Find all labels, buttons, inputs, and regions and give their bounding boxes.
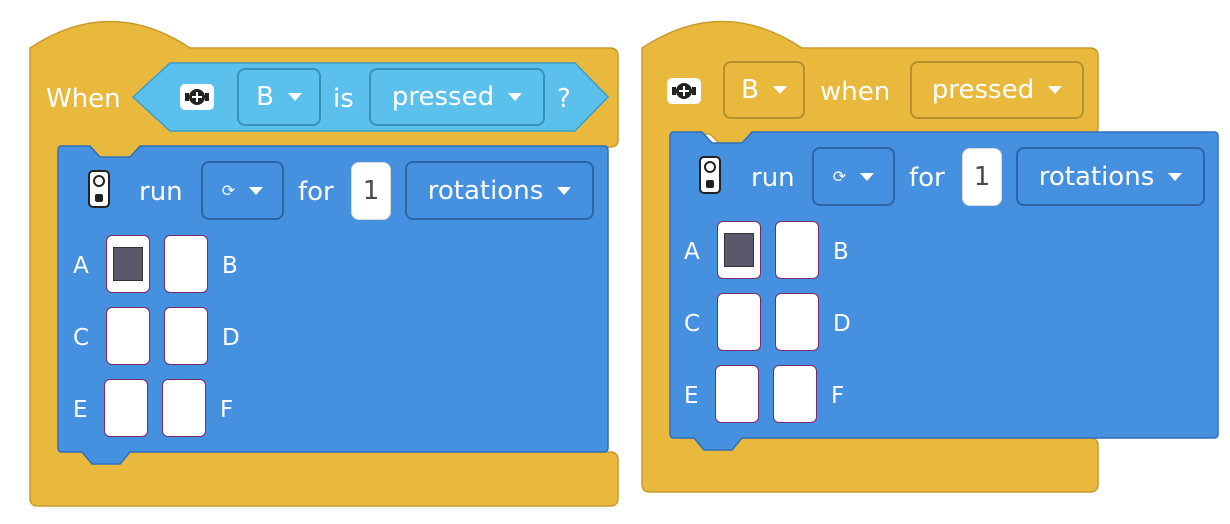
port-letter-d: D: [222, 325, 240, 351]
right-port-c[interactable]: [717, 293, 761, 351]
remote-motor-icon: [699, 156, 721, 194]
right-port-a[interactable]: [717, 221, 761, 279]
right-state-dropdown[interactable]: pressed: [910, 61, 1084, 119]
port-letter-f: F: [831, 383, 845, 409]
port-letter-e: E: [684, 383, 699, 409]
right-port-b[interactable]: [775, 221, 819, 279]
left-port-a[interactable]: [106, 235, 150, 293]
left-button-dropdown[interactable]: B: [237, 68, 321, 126]
port-letter-a: A: [73, 253, 89, 279]
left-state-value: pressed: [391, 82, 495, 112]
remote-motor-icon: [88, 170, 110, 208]
clockwise-icon: ⟳: [221, 181, 236, 200]
is-label: is: [333, 84, 354, 114]
left-port-c[interactable]: [106, 307, 150, 365]
right-state-value: pressed: [931, 75, 1035, 105]
port-letter-c: C: [73, 325, 90, 351]
when-label: when: [820, 77, 891, 107]
port-letter-b: B: [833, 239, 849, 265]
right-port-e[interactable]: [715, 365, 759, 423]
right-port-f[interactable]: [773, 365, 817, 423]
chevron-down-icon: [772, 86, 787, 94]
right-port-d[interactable]: [775, 293, 819, 351]
right-unit-dropdown[interactable]: rotations: [1016, 147, 1205, 206]
right-button-value: B: [741, 75, 759, 105]
chevron-down-icon: [557, 186, 572, 195]
right-button-dropdown[interactable]: B: [723, 61, 805, 119]
port-letter-b: B: [222, 253, 238, 279]
chevron-down-icon: [287, 93, 302, 101]
for-label: for: [298, 177, 334, 207]
right-amount-input[interactable]: 1: [962, 148, 1002, 206]
left-unit-value: rotations: [427, 175, 544, 206]
left-port-e[interactable]: [104, 379, 148, 437]
left-port-b[interactable]: [164, 235, 208, 293]
left-state-dropdown[interactable]: pressed: [369, 68, 545, 126]
chevron-down-icon: [1168, 172, 1183, 181]
port-letter-f: F: [220, 397, 234, 423]
chevron-down-icon: [1048, 86, 1063, 94]
port-letter-c: C: [684, 311, 701, 337]
chevron-down-icon: [249, 186, 264, 195]
left-unit-dropdown[interactable]: rotations: [405, 161, 594, 220]
clockwise-icon: ⟳: [832, 167, 847, 186]
right-direction-dropdown[interactable]: ⟳: [812, 147, 895, 206]
for-label: for: [909, 163, 945, 193]
port-letter-e: E: [73, 397, 88, 423]
chevron-down-icon: [860, 172, 875, 181]
port-letter-d: D: [833, 311, 851, 337]
port-letter-a: A: [684, 239, 700, 265]
left-port-f[interactable]: [162, 379, 206, 437]
when-label: When: [46, 84, 121, 114]
run-label: run: [751, 163, 795, 193]
hub-button-icon: [180, 84, 214, 110]
run-label: run: [139, 177, 183, 207]
right-unit-value: rotations: [1038, 161, 1155, 192]
hub-button-icon: [667, 78, 701, 104]
left-amount-input[interactable]: 1: [351, 162, 391, 220]
left-button-value: B: [256, 82, 274, 112]
chevron-down-icon: [508, 93, 523, 101]
left-direction-dropdown[interactable]: ⟳: [201, 161, 284, 220]
left-port-d[interactable]: [164, 307, 208, 365]
question-mark-label: ?: [557, 84, 571, 114]
